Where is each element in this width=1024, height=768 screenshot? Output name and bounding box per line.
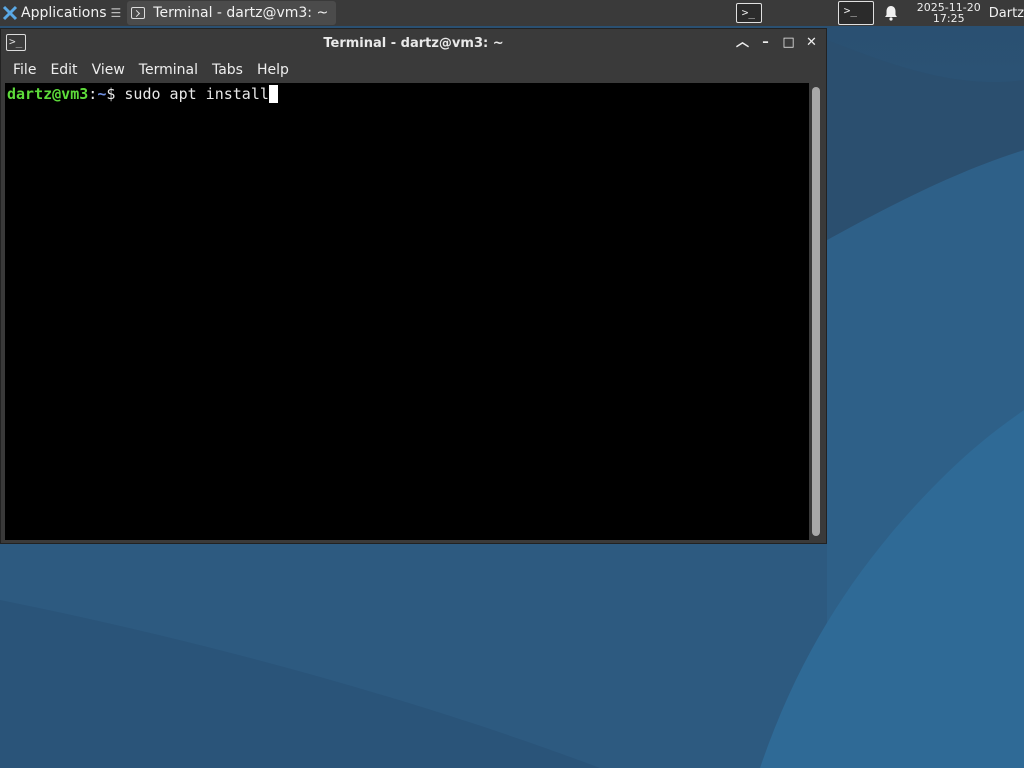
panel-clock[interactable]: 2025-11-20 17:25	[914, 2, 984, 24]
menu-edit[interactable]: Edit	[43, 62, 84, 78]
clock-time: 17:25	[932, 12, 965, 25]
terminal-window: >_ Terminal - dartz@vm3: ~ ︿ – □ ✕ File …	[0, 28, 827, 544]
menu-file[interactable]: File	[6, 62, 43, 78]
window-controls: ︿ – □ ✕	[734, 34, 820, 51]
command-text: sudo apt install	[124, 85, 269, 103]
scrollbar-thumb[interactable]	[812, 87, 820, 536]
window-title: Terminal - dartz@vm3: ~	[323, 35, 504, 51]
terminal-output[interactable]: dartz@vm3:~$ sudo apt install	[5, 83, 809, 540]
applications-extra: ☰	[110, 6, 122, 20]
prompt-separator: :	[88, 85, 98, 103]
user-menu[interactable]: Dartz	[989, 6, 1024, 21]
terminal-icon	[131, 7, 146, 19]
taskbar-terminal-button[interactable]: Terminal - dartz@vm3: ~	[127, 1, 337, 25]
minimize-icon[interactable]: –	[757, 34, 774, 51]
top-panel: Applications ☰ Terminal - dartz@vm3: ~ >…	[0, 0, 1024, 26]
applications-menu-button[interactable]: Applications ☰	[0, 0, 125, 26]
menu-bar: File Edit View Terminal Tabs Help	[1, 57, 826, 82]
notification-bell-icon[interactable]	[882, 4, 900, 22]
terminal-tray-icon[interactable]: >_	[837, 1, 874, 25]
terminal-launcher-icon[interactable]: >_	[735, 3, 762, 23]
shade-icon[interactable]: ︿	[734, 34, 751, 51]
xfce-logo-icon	[2, 5, 18, 21]
window-titlebar[interactable]: >_ Terminal - dartz@vm3: ~ ︿ – □ ✕	[1, 29, 826, 57]
close-icon[interactable]: ✕	[803, 34, 820, 51]
menu-tabs[interactable]: Tabs	[205, 62, 250, 78]
menu-view[interactable]: View	[85, 62, 132, 78]
menu-help[interactable]: Help	[250, 62, 296, 78]
maximize-icon[interactable]: □	[780, 34, 797, 51]
vertical-scrollbar[interactable]	[809, 83, 823, 540]
prompt-symbol: $	[106, 85, 125, 103]
text-cursor	[268, 85, 278, 103]
menu-terminal[interactable]: Terminal	[132, 62, 205, 78]
applications-label: Applications	[21, 5, 107, 21]
terminal-prompt-line: dartz@vm3:~$ sudo apt install	[7, 85, 278, 103]
prompt-path: ~	[97, 85, 107, 103]
prompt-user: dartz@vm3	[7, 85, 89, 103]
taskbar-terminal-label: Terminal - dartz@vm3: ~	[153, 5, 329, 21]
